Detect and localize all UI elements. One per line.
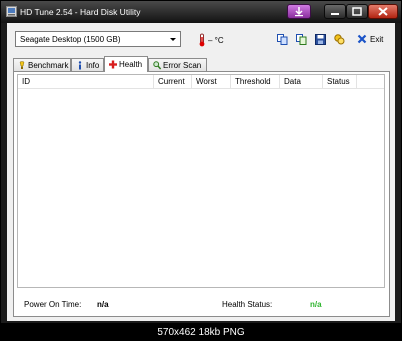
- health-cross-icon: [109, 60, 117, 69]
- drive-select-value: Seagate Desktop (1500 GB): [20, 35, 121, 44]
- column-worst-label: Worst: [196, 77, 217, 86]
- column-current[interactable]: Current: [154, 75, 192, 88]
- app-window: HD Tune 2.54 - Hard Disk Utility Seagate: [0, 0, 402, 324]
- tab-bar: Benchmark Info Health Error Scan: [13, 56, 393, 72]
- table-header: ID Current Worst Threshold Data Status: [18, 75, 384, 89]
- health-status-value: n/a: [310, 300, 322, 309]
- window-title: HD Tune 2.54 - Hard Disk Utility: [20, 7, 141, 17]
- copy-icon[interactable]: [277, 34, 288, 45]
- column-status-label: Status: [327, 77, 350, 86]
- tab-info[interactable]: Info: [71, 58, 104, 71]
- power-on-time-label: Power On Time:: [24, 300, 82, 309]
- save-icon[interactable]: [315, 34, 326, 45]
- thermometer-icon: [199, 33, 205, 47]
- benchmark-icon: [19, 61, 25, 69]
- column-data[interactable]: Data: [280, 75, 323, 88]
- tab-info-label: Info: [86, 61, 100, 70]
- minimize-button[interactable]: [324, 4, 346, 19]
- main-client-area: Seagate Desktop (1500 GB) – °C Exit Benc…: [7, 23, 395, 321]
- column-threshold-label: Threshold: [235, 77, 271, 86]
- column-current-label: Current: [158, 77, 185, 86]
- download-arrow-icon: [295, 7, 303, 17]
- tab-health[interactable]: Health: [104, 56, 148, 72]
- health-status-label: Health Status:: [222, 300, 273, 309]
- column-data-label: Data: [284, 77, 301, 86]
- title-bar[interactable]: HD Tune 2.54 - Hard Disk Utility: [1, 1, 401, 23]
- download-button[interactable]: [287, 4, 311, 19]
- tab-error-scan-label: Error Scan: [163, 61, 202, 70]
- column-threshold[interactable]: Threshold: [231, 75, 280, 88]
- column-worst[interactable]: Worst: [192, 75, 231, 88]
- app-icon: [6, 6, 17, 17]
- exit-label: Exit: [370, 35, 384, 44]
- health-panel: ID Current Worst Threshold Data Status P…: [13, 71, 390, 317]
- magnifier-icon: [153, 61, 161, 70]
- image-caption: 570x462 18kb PNG: [0, 324, 402, 341]
- temperature-readout: – °C: [208, 36, 224, 45]
- info-icon: [78, 61, 82, 70]
- close-icon: [378, 7, 388, 16]
- drive-select[interactable]: Seagate Desktop (1500 GB): [15, 31, 181, 47]
- power-on-time-value: n/a: [97, 300, 109, 309]
- tab-health-label: Health: [119, 60, 143, 69]
- maximize-button[interactable]: [346, 4, 368, 19]
- tab-error-scan[interactable]: Error Scan: [148, 58, 207, 71]
- exit-icon: [357, 34, 367, 44]
- tab-benchmark-label: Benchmark: [28, 61, 69, 70]
- smart-attributes-table[interactable]: ID Current Worst Threshold Data Status: [17, 74, 385, 288]
- maximize-icon: [352, 7, 362, 16]
- options-icon[interactable]: [334, 34, 345, 45]
- minimize-icon: [331, 13, 339, 15]
- close-button[interactable]: [368, 4, 398, 19]
- column-id[interactable]: ID: [18, 75, 154, 88]
- column-status[interactable]: Status: [323, 75, 357, 88]
- chevron-down-icon: [170, 38, 176, 41]
- copy-all-icon[interactable]: [296, 34, 307, 45]
- column-id-label: ID: [22, 77, 30, 86]
- tab-benchmark[interactable]: Benchmark: [13, 58, 71, 71]
